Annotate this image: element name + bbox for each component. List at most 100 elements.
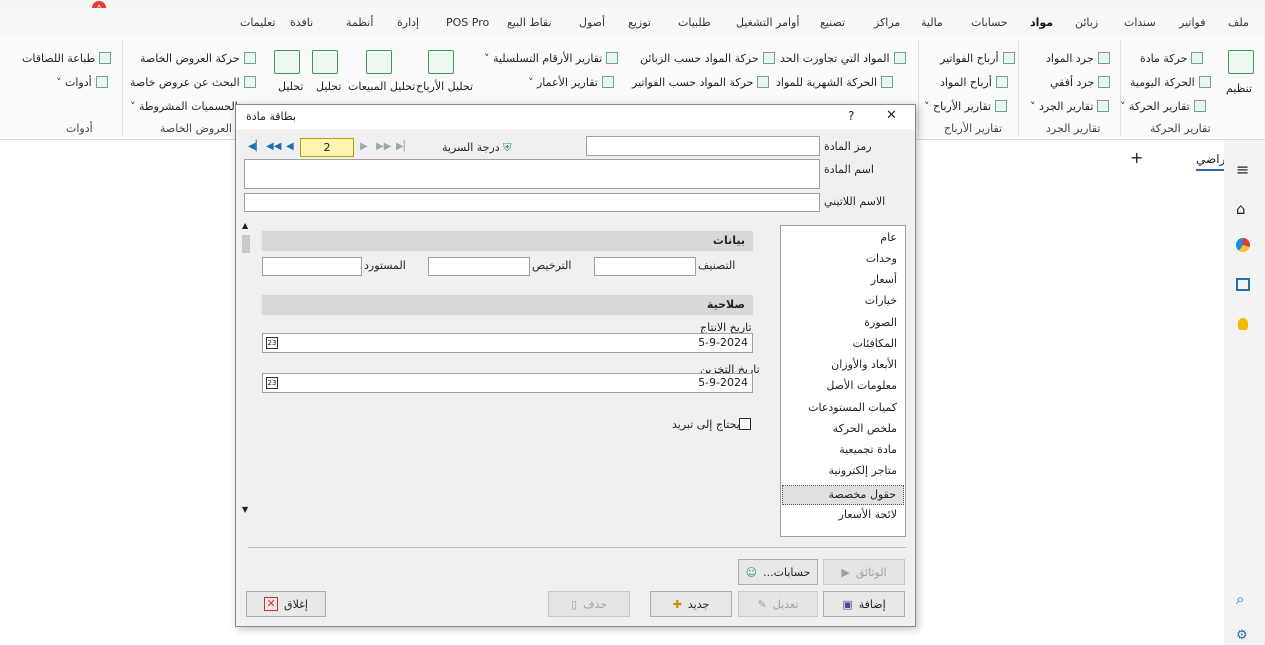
menu-accounts[interactable]: حسابات	[971, 16, 1008, 29]
settings-icon[interactable]: ⚙	[1236, 628, 1252, 644]
monthly-movement-button[interactable]: الحركة الشهرية للمواد	[776, 76, 894, 89]
menu-invoices[interactable]: فواتير	[1179, 16, 1205, 29]
movement-by-customers-button[interactable]: حركة المواد حسب الزبائن	[640, 52, 775, 65]
edit-button[interactable]: تعديل ✎	[738, 591, 818, 617]
print-labels-button[interactable]: طباعة اللصاقات	[22, 52, 112, 65]
next-record-icon[interactable]: ▶	[360, 141, 368, 152]
profit-analysis-icon[interactable]	[428, 50, 454, 74]
material-profits-button[interactable]: أرباح المواد	[940, 76, 1008, 89]
menu-work-orders[interactable]: أوامر التشغيل	[736, 16, 799, 29]
prev-record-icon[interactable]: ◀	[286, 141, 294, 152]
invoice-profits-button[interactable]: أرباح الفواتير	[940, 52, 1015, 65]
menu-pos-pro[interactable]: POS Pro	[446, 16, 489, 29]
last-record-icon[interactable]: ▶▏	[396, 141, 411, 152]
latin-name-field[interactable]	[244, 193, 820, 212]
profit-reports-button[interactable]: تقارير الأرباح ˅	[924, 100, 1008, 113]
analysis-button-1[interactable]: تحليل	[316, 80, 341, 93]
documents-button[interactable]: الوثائق ▶	[823, 559, 905, 585]
menu-help[interactable]: تعليمات	[240, 16, 275, 29]
home-icon[interactable]: ⌂	[1236, 200, 1252, 218]
menu-window[interactable]: نافذة	[290, 16, 313, 29]
menu-admin[interactable]: إدارة	[397, 16, 419, 29]
nav-dimensions[interactable]: الأبعاد والأوزان	[831, 358, 897, 371]
add-button[interactable]: إضافة ▣	[823, 591, 905, 617]
tools-button[interactable]: أدوات ˅	[56, 76, 108, 89]
serial-reports-button[interactable]: تقارير الأرقام التسلسلية ˅	[484, 52, 619, 65]
menu-materials[interactable]: مواد	[1030, 16, 1053, 29]
inventory-reports-button[interactable]: تقارير الجرد ˅	[1030, 100, 1110, 113]
aging-reports-button[interactable]: تقارير الأعمار ˅	[528, 76, 614, 89]
conditional-discounts-button[interactable]: الحسميات المشروطة ˅	[130, 100, 238, 113]
menu-vouchers[interactable]: سندات	[1124, 16, 1156, 29]
analysis-button-2[interactable]: تحليل	[278, 80, 303, 93]
accounts-button[interactable]: حسابات... ☺	[738, 559, 818, 585]
menu-finance[interactable]: مالية	[921, 16, 943, 29]
nav-prices[interactable]: أسعار	[871, 273, 897, 286]
comparative-analysis-icon[interactable]	[312, 50, 338, 74]
inventory-button[interactable]: جرد المواد	[1046, 52, 1110, 65]
next-page-icon[interactable]: ▶▶	[376, 141, 391, 152]
nav-online-stores[interactable]: متاجر إلكترونية	[829, 464, 897, 477]
security-level[interactable]: ⛨ درجة السرية	[442, 141, 511, 155]
organize-icon[interactable]	[1228, 50, 1254, 74]
license-field[interactable]	[428, 257, 530, 276]
menu-manufacturing[interactable]: تصنيع	[820, 16, 845, 29]
nav-assembly[interactable]: مادة تجميعية	[839, 443, 897, 456]
lightbulb-icon[interactable]	[1238, 318, 1248, 330]
calendar-picker-icon[interactable]: 23	[266, 377, 278, 389]
sales-analysis-button[interactable]: تحليل المبيعات	[348, 80, 415, 93]
menu-centers[interactable]: مراكز	[874, 16, 900, 29]
nav-origin[interactable]: معلومات الأصل	[826, 379, 897, 392]
code-field[interactable]	[586, 136, 820, 156]
first-record-icon[interactable]: ◀▏	[248, 141, 263, 152]
close-button[interactable]: إغلاق ✕	[246, 591, 326, 617]
nav-price-list[interactable]: لائحة الأسعار	[839, 508, 897, 521]
analysis-icon[interactable]	[274, 50, 300, 74]
name-field[interactable]	[244, 159, 820, 189]
calendar-picker-icon[interactable]: 23	[266, 337, 278, 349]
scroll-down-icon[interactable]: ▼	[242, 505, 248, 514]
sales-analysis-icon[interactable]	[366, 50, 392, 74]
search-offers-button[interactable]: البحث عن عروض خاصة	[130, 76, 256, 89]
organize-button[interactable]: تنظيم	[1226, 82, 1252, 95]
new-button[interactable]: جديد ✚	[650, 591, 732, 617]
profit-analysis-button[interactable]: تحليل الأرباح	[416, 80, 473, 93]
calendar-icon[interactable]	[1236, 278, 1250, 291]
prev-page-icon[interactable]: ◀◀	[266, 141, 281, 152]
classification-field[interactable]	[594, 257, 696, 276]
daily-movement-button[interactable]: الحركة اليومية	[1130, 76, 1211, 89]
movement-by-invoices-button[interactable]: حركة المواد حسب الفواتير	[632, 76, 770, 89]
nav-custom-fields[interactable]: حقول مخصصة	[782, 485, 904, 505]
menu-pos[interactable]: نقاط البيع	[507, 16, 552, 29]
importer-field[interactable]	[262, 257, 362, 276]
menu-distribution[interactable]: توزيع	[628, 16, 651, 29]
nav-warehouse-quantities[interactable]: كميات المستودعات	[808, 401, 897, 414]
over-limit-button[interactable]: المواد التي تجاوزت الحد	[780, 52, 906, 65]
offers-movement-button[interactable]: حركة العروض الخاصة	[140, 52, 256, 65]
help-button[interactable]: ?	[848, 109, 854, 123]
nav-image[interactable]: الصورة	[864, 316, 897, 329]
movement-reports-button[interactable]: تقارير الحركة ˅	[1120, 100, 1206, 113]
hamburger-icon[interactable]: ≡	[1236, 160, 1252, 179]
chart-icon[interactable]	[1236, 238, 1250, 252]
production-date-field[interactable]: 5-9-2024	[262, 333, 753, 353]
menu-customers[interactable]: زبائن	[1075, 16, 1098, 29]
nav-equivalents[interactable]: المكافئات	[853, 337, 897, 350]
nav-options[interactable]: خيارات	[865, 294, 897, 307]
cooling-checkbox[interactable]	[739, 418, 751, 430]
storage-date-field[interactable]: 5-9-2024	[262, 373, 753, 393]
material-movement-button[interactable]: حركة مادة	[1140, 52, 1204, 65]
nav-general[interactable]: عام	[880, 231, 897, 244]
close-dialog-button[interactable]: ✕	[886, 108, 897, 123]
horizontal-inventory-button[interactable]: جرد أفقي	[1050, 76, 1111, 89]
delete-button[interactable]: حذف ▯	[548, 591, 630, 617]
record-number-field[interactable]: 2	[300, 138, 354, 157]
menu-assets[interactable]: أصول	[579, 16, 605, 29]
nav-units[interactable]: وحدات	[866, 252, 897, 265]
scroll-thumb[interactable]	[242, 235, 250, 253]
add-tab-button[interactable]: +	[1130, 148, 1143, 167]
menu-systems[interactable]: أنظمة	[346, 16, 373, 29]
menu-orders[interactable]: طلبيات	[678, 16, 711, 29]
scroll-up-icon[interactable]: ▲	[242, 221, 248, 230]
nav-movement-summary[interactable]: ملخص الحركة	[833, 422, 897, 435]
